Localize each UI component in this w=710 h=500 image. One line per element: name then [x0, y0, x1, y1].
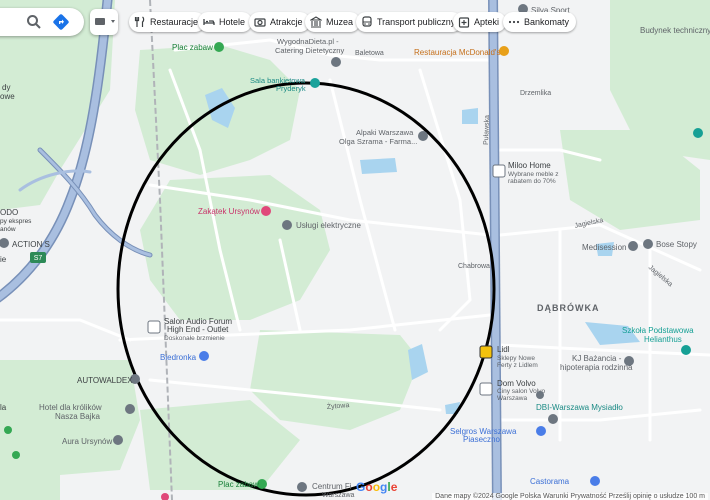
chip-pharmacies-label: Apteki — [474, 17, 500, 27]
poi-aura-label: Aura Ursynów — [62, 437, 112, 446]
layers-button[interactable] — [90, 9, 118, 35]
poi-miloo-label-2: Wybrane meble z — [508, 171, 559, 178]
poi-mcdonalds-label: Restauracja McDonald's — [414, 48, 500, 57]
street-chabrowa: Chabrowa — [458, 263, 490, 270]
directions-icon[interactable] — [52, 13, 70, 31]
poi-plac-zabaw-top[interactable]: Plac zabaw — [172, 42, 224, 52]
poi-autowaldex-label: AUTOWALDEX — [77, 376, 133, 385]
search-icon[interactable] — [26, 14, 42, 30]
poi-centrum-label-2: Warszawa — [322, 492, 355, 499]
map-footer[interactable]: Dane mapy ©2024 Google Polska Warunki Pr… — [432, 493, 708, 500]
left-edge-label-6: ie — [0, 255, 7, 264]
poi-biedronka[interactable]: Biedronka — [160, 351, 209, 362]
poi-kj-label: KJ Bażancia - — [572, 354, 622, 363]
poi-hotel-krolikow-label-2: Nasza Bajka — [55, 412, 100, 421]
poi-wygodna-dieta-label-2: Catering Dietetyczny — [275, 46, 344, 55]
district-dabrowka: DĄBRÓWKA — [537, 302, 600, 313]
poi-kj-label-2: hipoterapia rodzinna — [560, 363, 633, 372]
google-logo: Google — [356, 480, 398, 494]
left-edge-label-7: la — [0, 403, 7, 412]
poi-bose-label: Bose Stopy — [656, 240, 697, 249]
poi-volvo-label: Dom Volvo — [497, 379, 536, 388]
camera-icon — [254, 18, 266, 27]
poi-dbi-label: DBI-Warszawa Mysiadło — [536, 403, 623, 412]
hotel-icon — [203, 19, 215, 25]
left-edge-label-4: py ekspres — [0, 218, 32, 225]
chip-museums[interactable]: Muzea — [305, 12, 361, 32]
chip-attractions-label: Atrakcje — [270, 17, 303, 27]
keyboard-icon — [95, 18, 115, 25]
poi-hotel-krolikow-label: Hotel dla królików — [39, 403, 102, 412]
poi-miloo-label-3: rabatem do 70% — [508, 178, 556, 185]
poi-plac-zabaw-top-label: Plac zabaw — [172, 43, 213, 52]
transit-icon — [362, 16, 372, 27]
poi-miloo-label: Miloo Home — [508, 161, 551, 170]
chip-transit-label: Transport publiczny — [377, 17, 456, 27]
chip-atms-label: Bankomaty — [524, 17, 570, 27]
route-badge-s7: S7 — [30, 252, 46, 263]
poi-alpaki-label-2: Olga Szrama - Farma... — [339, 137, 417, 146]
poi-lidl-label-2: Sklepy Nowe — [497, 355, 535, 362]
street-drzemlika: Drzemlika — [520, 90, 551, 97]
chip-restaurants-label: Restauracje — [150, 17, 199, 27]
chip-restaurants[interactable]: Restauracje — [129, 12, 206, 32]
poi-szkola-label-2: Helianthus — [644, 335, 682, 344]
poi-bose-stopy[interactable]: Bose Stopy — [643, 239, 697, 249]
poi-action-label: ACTION S — [12, 240, 50, 249]
poi-szkola-label: Szkoła Podstawowa — [622, 326, 694, 335]
map-canvas[interactable]: S7 Baletowa Puławska Jagielska Jagielska… — [0, 0, 710, 500]
chip-pharmacies[interactable]: Apteki — [453, 12, 507, 32]
route-badge-text: S7 — [34, 255, 43, 262]
chip-hotels-label: Hotele — [219, 17, 246, 27]
poi-lidl-label-3: Ferty z Lidlem — [497, 362, 538, 369]
poi-autowaldex[interactable]: AUTOWALDEX — [77, 374, 140, 385]
street-pulawska: Puławska — [483, 115, 491, 145]
search-box[interactable] — [0, 8, 84, 36]
poi-zakatek-label: Zakątek Ursynów — [198, 207, 260, 216]
poi-lidl-label: Lidl — [497, 345, 510, 354]
left-edge-label-5: anów — [0, 226, 16, 233]
poi-medisession-label: Medisession — [582, 243, 626, 252]
poi-centrum-label: Centrum Fi — [312, 482, 352, 491]
more-icon — [508, 20, 520, 24]
poi-budynek-label: Budynek techniczny — [640, 26, 710, 35]
poi-wygodna-dieta-label: WygodnaDieta.pl - — [277, 37, 339, 46]
chip-hotels[interactable]: Hotele — [198, 12, 253, 32]
street-baletowa: Baletowa — [355, 50, 384, 57]
poi-plac-zabaw-bottom[interactable]: Plac zabaw — [218, 479, 267, 489]
poi-selgros-label-2: Piaseczno — [463, 435, 500, 444]
left-edge-label-3: ODO — [0, 208, 18, 217]
poi-sala-bankietowa-label-2: Pryderyk — [276, 84, 306, 93]
chip-attractions[interactable]: Atrakcje — [249, 12, 310, 32]
left-edge-label-1: dy — [2, 83, 10, 92]
pharmacy-icon — [458, 17, 470, 28]
chip-atms[interactable]: Bankomaty — [503, 12, 577, 32]
poi-mcdonalds[interactable]: Restauracja McDonald's — [414, 46, 509, 57]
poi-alpaki-label: Alpaki Warszawa — [356, 128, 414, 137]
poi-plac-zabaw-bottom-label: Plac zabaw — [218, 480, 259, 489]
chip-transit[interactable]: Transport publiczny — [356, 12, 463, 32]
poi-volvo-label-3: Warszawa — [497, 395, 527, 402]
left-edge-label-2: owe — [0, 92, 15, 101]
museum-icon — [310, 16, 322, 28]
chip-museums-label: Muzea — [326, 17, 354, 27]
poi-salon-audio-label-3: Doskonałe brzmienie — [164, 335, 225, 342]
pulawska-road — [488, 0, 502, 500]
restaurant-icon — [134, 16, 145, 27]
poi-biedronka-label: Biedronka — [160, 353, 197, 362]
poi-uslugi-label: Usługi elektryczne — [296, 221, 361, 230]
poi-castorama-label: Castorama — [530, 477, 570, 486]
poi-salon-audio-label-2: High End - Outlet — [167, 325, 229, 334]
